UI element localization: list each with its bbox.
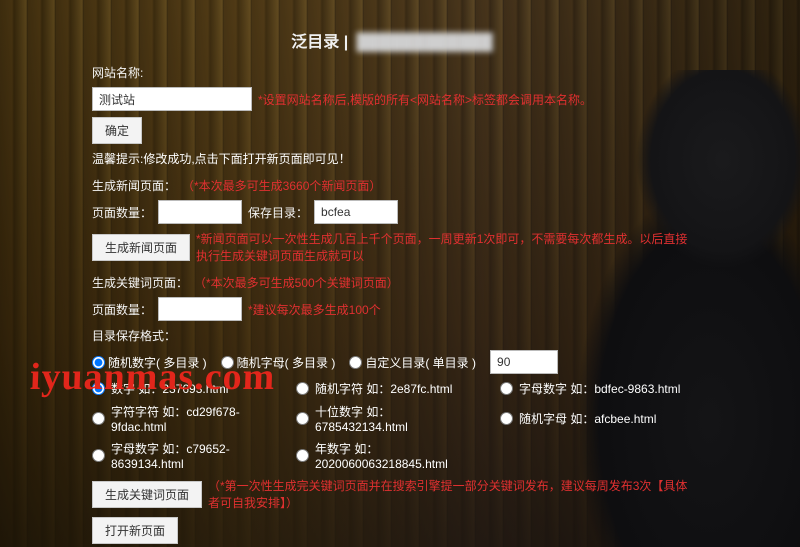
dir-radio-random-digits[interactable]: [92, 356, 105, 369]
name-option-label: 数字 如：237693.html: [111, 380, 228, 397]
dir-radio-custom[interactable]: [349, 356, 362, 369]
name-radio[interactable]: [296, 382, 309, 395]
name-option-label: 十位数字 如：6785432134.html: [315, 403, 482, 434]
site-name-label: 网站名称:: [92, 64, 143, 81]
title-blurred: ████████████: [357, 34, 493, 52]
name-option-randchars[interactable]: 随机字符 如：2e87fc.html: [296, 380, 482, 397]
name-radio[interactable]: [92, 449, 105, 462]
news-count-input[interactable]: [158, 200, 242, 224]
site-name-hint: *设置网站名称后,模版的所有<网站名称>标签都会调用本名称。: [258, 91, 592, 108]
name-option-charchar[interactable]: 字符字符 如：cd29f678-9fdac.html: [92, 403, 278, 434]
page-title: 泛目录 | ████████████: [92, 28, 692, 52]
news-dir-input[interactable]: [314, 200, 398, 224]
site-name-row: 网站名称:: [92, 64, 692, 81]
name-radio[interactable]: [296, 412, 309, 425]
kw-title-row: 生成关键词页面： （*本次最多可生成500个关键词页面）: [92, 274, 692, 291]
name-option-label: 随机字母 如：afcbee.html: [519, 410, 656, 427]
name-option-randletters[interactable]: 随机字母 如：afcbee.html: [500, 403, 686, 434]
kw-name-options-grid: 数字 如：237693.html 随机字符 如：2e87fc.html 字母数字…: [92, 380, 692, 471]
main-panel: 泛目录 | ████████████ 网站名称: *设置网站名称后,模版的所有<…: [92, 28, 692, 547]
name-option-label: 字符字符 如：cd29f678-9fdac.html: [111, 403, 278, 434]
name-option-label: 随机字符 如：2e87fc.html: [315, 380, 452, 397]
name-option-ten-digits[interactable]: 十位数字 如：6785432134.html: [296, 403, 482, 434]
name-option-alnum1[interactable]: 字母数字 如：bdfec-9863.html: [500, 380, 686, 397]
news-dir-label: 保存目录：: [248, 204, 308, 221]
kw-gen-hint: （*第一次性生成完关键词页面并在搜索引擎提一部分关键词发布，建议每周发布3次【具…: [208, 477, 692, 511]
dir-option-random-letters[interactable]: 随机字母( 多目录 ): [221, 354, 336, 371]
name-option-label: 字母数字 如：c79652-8639134.html: [111, 440, 278, 471]
name-radio[interactable]: [500, 412, 513, 425]
dir-option-custom[interactable]: 自定义目录( 单目录 ): [349, 354, 476, 371]
name-option-label: 年数字 如：2020060063218845.html: [315, 440, 482, 471]
dir-option-random-digits[interactable]: 随机数字( 多目录 ): [92, 354, 207, 371]
kw-count-input[interactable]: [158, 297, 242, 321]
news-params-row: 页面数量： 保存目录：: [92, 200, 692, 224]
kw-fmt-label-row: 目录保存格式：: [92, 327, 692, 344]
name-option-digits[interactable]: 数字 如：237693.html: [92, 380, 278, 397]
news-title-row: 生成新闻页面： （*本次最多可生成3660个新闻页面）: [92, 177, 692, 194]
generate-news-button[interactable]: 生成新闻页面: [92, 234, 190, 261]
open-page-row: 打开新页面: [92, 517, 692, 544]
generate-keyword-button[interactable]: 生成关键词页面: [92, 481, 202, 508]
site-name-input-row: *设置网站名称后,模版的所有<网站名称>标签都会调用本名称。: [92, 87, 692, 111]
custom-dir-input[interactable]: [490, 350, 558, 374]
kw-count-label: 页面数量：: [92, 301, 152, 318]
kw-count-hint: *建议每次最多生成100个: [248, 301, 381, 318]
kw-fmt-label: 目录保存格式：: [92, 327, 176, 344]
dir-option-label: 随机字母( 多目录 ): [237, 354, 336, 371]
kw-count-row: 页面数量： *建议每次最多生成100个: [92, 297, 692, 321]
news-count-label: 页面数量：: [92, 204, 152, 221]
name-radio[interactable]: [92, 412, 105, 425]
site-name-input[interactable]: [92, 87, 252, 111]
name-radio[interactable]: [92, 382, 105, 395]
name-radio[interactable]: [500, 382, 513, 395]
dir-option-label: 自定义目录( 单目录 ): [365, 354, 476, 371]
news-title-hint: （*本次最多可生成3660个新闻页面）: [182, 177, 381, 194]
title-lead: 泛目录 |: [291, 34, 348, 51]
name-option-alnum2[interactable]: 字母数字 如：c79652-8639134.html: [92, 440, 278, 471]
name-option-label: 字母数字 如：bdfec-9863.html: [519, 380, 680, 397]
news-title: 生成新闻页面：: [92, 177, 176, 194]
news-gen-row: 生成新闻页面 *新闻页面可以一次性生成几百上千个页面，一周更新1次即可，不需要每…: [92, 230, 692, 264]
kw-gen-row: 生成关键词页面 （*第一次性生成完关键词页面并在搜索引擎提一部分关键词发布，建议…: [92, 477, 692, 511]
open-new-page-button[interactable]: 打开新页面: [92, 517, 178, 544]
dir-option-label: 随机数字( 多目录 ): [108, 354, 207, 371]
confirm-button[interactable]: 确定: [92, 117, 142, 144]
name-option-year-digits[interactable]: 年数字 如：2020060063218845.html: [296, 440, 482, 471]
success-tip-row: 温馨提示:修改成功,点击下面打开新页面即可见！: [92, 150, 692, 167]
news-gen-hint: *新闻页面可以一次性生成几百上千个页面，一周更新1次即可，不需要每次都生成。以后…: [196, 230, 692, 264]
name-radio[interactable]: [296, 449, 309, 462]
kw-title: 生成关键词页面：: [92, 274, 188, 291]
kw-dir-options-row: 随机数字( 多目录 ) 随机字母( 多目录 ) 自定义目录( 单目录 ): [92, 350, 692, 374]
kw-title-hint: （*本次最多可生成500个关键词页面）: [194, 274, 399, 291]
success-tip: 温馨提示:修改成功,点击下面打开新页面即可见！: [92, 150, 351, 167]
site-name-confirm-row: 确定: [92, 117, 692, 144]
dir-radio-random-letters[interactable]: [221, 356, 234, 369]
